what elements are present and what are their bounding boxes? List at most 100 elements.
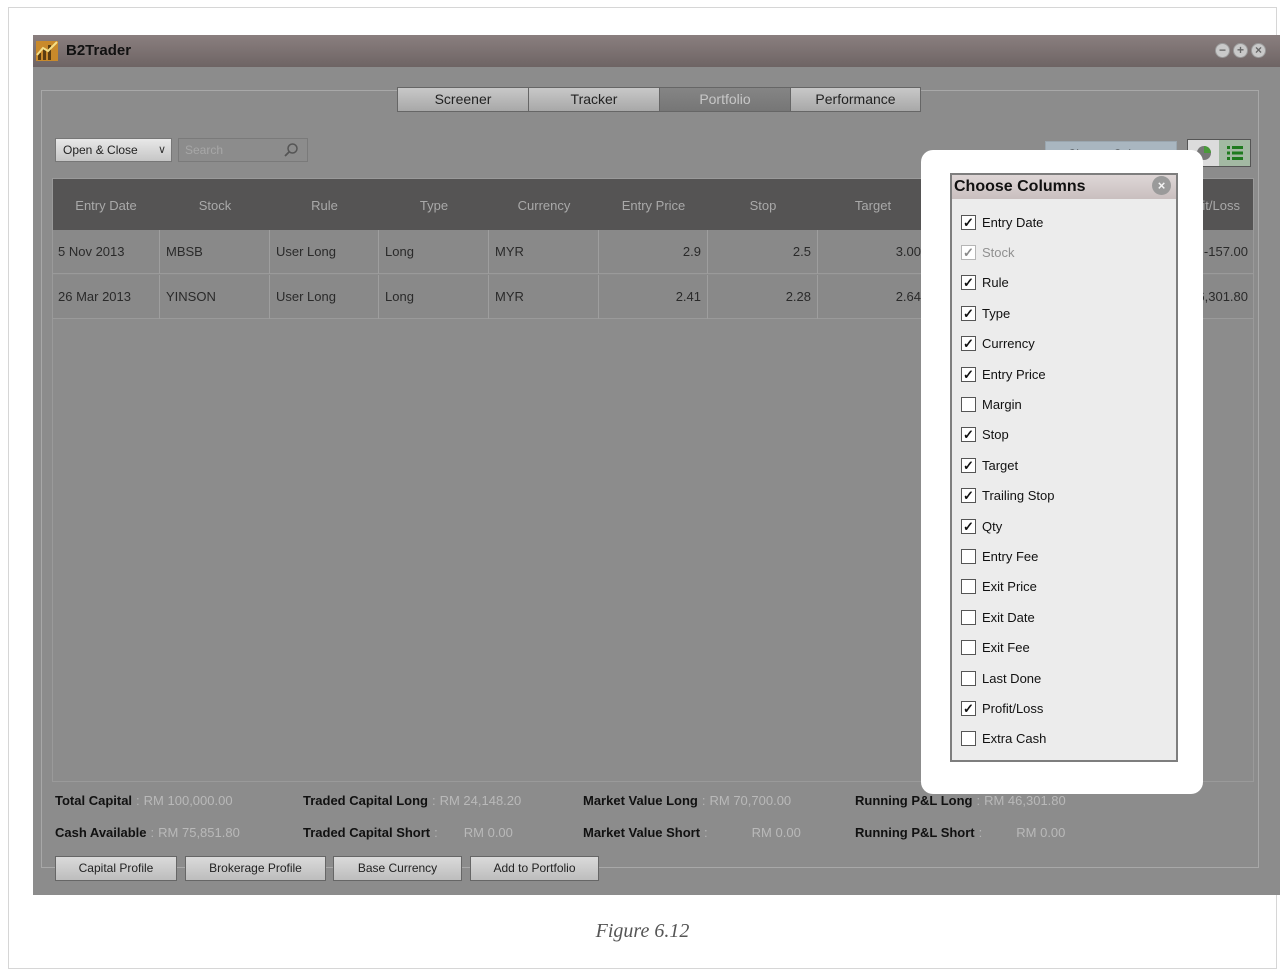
close-window-icon[interactable]: × <box>1251 43 1266 58</box>
base-currency-button[interactable]: Base Currency <box>333 856 462 881</box>
add-to-portfolio-button[interactable]: Add to Portfolio <box>470 856 599 881</box>
checkbox[interactable]: ✓ <box>961 305 976 321</box>
summary-total-capital: Total Capital: RM 100,000.00 <box>55 793 233 808</box>
column-option[interactable]: Exit Date <box>961 607 1035 627</box>
column-header[interactable]: Rule <box>270 178 379 230</box>
cell-currency: MYR <box>489 275 599 319</box>
list-view-button[interactable] <box>1219 140 1250 166</box>
checkbox[interactable]: ✓ <box>961 427 976 443</box>
column-option[interactable]: Last Done <box>961 668 1041 688</box>
summary-market-value-long: Market Value Long: RM 70,700.00 <box>583 793 792 808</box>
cell-type: Long <box>379 275 489 319</box>
checkbox[interactable]: ✓ <box>961 275 976 291</box>
checkbox[interactable] <box>961 548 976 564</box>
cell-entry-price: 2.41 <box>599 275 708 319</box>
column-option[interactable]: ✓ Currency <box>961 334 1035 354</box>
column-option[interactable]: Margin <box>961 394 1022 414</box>
close-icon[interactable]: × <box>1152 176 1171 195</box>
column-option[interactable]: ✓ Rule <box>961 273 1009 293</box>
search-input[interactable] <box>179 139 274 161</box>
column-header[interactable]: Entry Price <box>599 178 708 230</box>
checkbox[interactable] <box>961 396 976 412</box>
checkbox[interactable]: ✓ <box>961 488 976 504</box>
column-option[interactable]: ✓ Profit/Loss <box>961 698 1043 718</box>
column-option[interactable]: ✓ Entry Price <box>961 364 1046 384</box>
cell-target: 2.64 <box>818 275 928 319</box>
column-option-label: Qty <box>982 518 1003 534</box>
cell-stop: 2.5 <box>708 230 818 274</box>
column-option-label: Rule <box>982 275 1009 291</box>
cell-type: Long <box>379 230 489 274</box>
cell-entry-date: 5 Nov 2013 <box>52 230 160 274</box>
filter-select-value: Open & Close <box>63 143 138 157</box>
list-icon <box>1226 146 1243 160</box>
column-option-label: Type <box>982 305 1011 321</box>
summary-market-value-short: Market Value Short: RM 0.00 <box>583 825 801 840</box>
checkbox: ✓ <box>961 244 976 260</box>
cell-entry-price: 2.9 <box>599 230 708 274</box>
summary-traded-capital-short: Traded Capital Short: RM 0.00 <box>303 825 513 840</box>
search-icon[interactable] <box>283 142 299 158</box>
checkbox[interactable] <box>961 640 976 656</box>
column-header[interactable]: Stock <box>160 178 270 230</box>
tab-performance[interactable]: Performance <box>790 87 921 112</box>
column-option[interactable]: ✓ Stop <box>961 425 1009 445</box>
column-option[interactable]: Exit Price <box>961 577 1037 597</box>
title-bar: B2Trader − + × <box>33 35 1280 67</box>
column-option[interactable]: ✓ Type <box>961 303 1010 323</box>
checkbox[interactable]: ✓ <box>961 366 976 382</box>
checkbox[interactable]: ✓ <box>961 457 976 473</box>
column-option-label: Last Done <box>982 670 1042 686</box>
column-option-label: Exit Date <box>982 609 1035 625</box>
checkbox[interactable]: ✓ <box>961 518 976 534</box>
column-option[interactable]: ✓ Trailing Stop <box>961 486 1055 506</box>
column-option[interactable]: ✓ Qty <box>961 516 1002 536</box>
column-header[interactable]: Entry Date <box>52 178 160 230</box>
chart-logo-icon <box>36 41 58 61</box>
cell-entry-date: 26 Mar 2013 <box>52 275 160 319</box>
column-option-label: Stock <box>982 244 1015 260</box>
choose-columns-popup: Choose Columns × ✓ Entry Date ✓ Stock ✓ Rule ✓… <box>950 173 1178 762</box>
column-option-label: Entry Date <box>982 214 1044 230</box>
cell-currency: MYR <box>489 230 599 274</box>
checkbox[interactable]: ✓ <box>961 214 976 230</box>
column-option[interactable]: Entry Fee <box>961 546 1038 566</box>
summary-running-pl-long: Running P&L Long: RM 46,301.80 <box>855 793 1066 808</box>
tab-portfolio[interactable]: Portfolio <box>659 87 790 112</box>
cell-stock: MBSB <box>160 230 270 274</box>
column-option-label: Entry Fee <box>982 548 1039 564</box>
checkbox[interactable]: ✓ <box>961 336 976 352</box>
search-box <box>178 138 308 162</box>
cell-stock: YINSON <box>160 275 270 319</box>
popup-title: Choose Columns <box>954 178 1086 195</box>
minimize-icon[interactable]: − <box>1215 43 1230 58</box>
column-header[interactable]: Target <box>818 178 928 230</box>
column-header[interactable]: Stop <box>708 178 818 230</box>
column-option-label: Extra Cash <box>982 731 1047 747</box>
column-option[interactable]: ✓ Entry Date <box>961 212 1043 232</box>
checkbox[interactable] <box>961 731 976 747</box>
maximize-icon[interactable]: + <box>1233 43 1248 58</box>
column-header[interactable]: Currency <box>489 178 599 230</box>
cell-target: 3.00 <box>818 230 928 274</box>
column-option[interactable]: Extra Cash <box>961 729 1046 749</box>
tab-screener[interactable]: Screener <box>397 87 528 112</box>
filter-select[interactable]: Open & Close ∨ <box>55 138 172 162</box>
summary-running-pl-short: Running P&L Short: RM 0.00 <box>855 825 1066 840</box>
column-option[interactable]: Exit Fee <box>961 638 1030 658</box>
checkbox[interactable] <box>961 579 976 595</box>
column-option-label: Exit Fee <box>982 640 1030 656</box>
checkbox[interactable] <box>961 609 976 625</box>
tab-tracker[interactable]: Tracker <box>528 87 659 112</box>
brokerage-profile-button[interactable]: Brokerage Profile <box>185 856 326 881</box>
summary-traded-capital-long: Traded Capital Long: RM 24,148.20 <box>303 793 522 808</box>
cell-rule: User Long <box>270 275 379 319</box>
column-option-label: Trailing Stop <box>982 488 1055 504</box>
chevron-down-icon: ∨ <box>157 144 166 156</box>
checkbox[interactable] <box>961 670 976 686</box>
capital-profile-button[interactable]: Capital Profile <box>55 856 177 881</box>
column-option-label: Currency <box>982 336 1035 352</box>
column-header[interactable]: Type <box>379 178 489 230</box>
checkbox[interactable]: ✓ <box>961 700 976 716</box>
column-option[interactable]: ✓ Target <box>961 455 1018 475</box>
